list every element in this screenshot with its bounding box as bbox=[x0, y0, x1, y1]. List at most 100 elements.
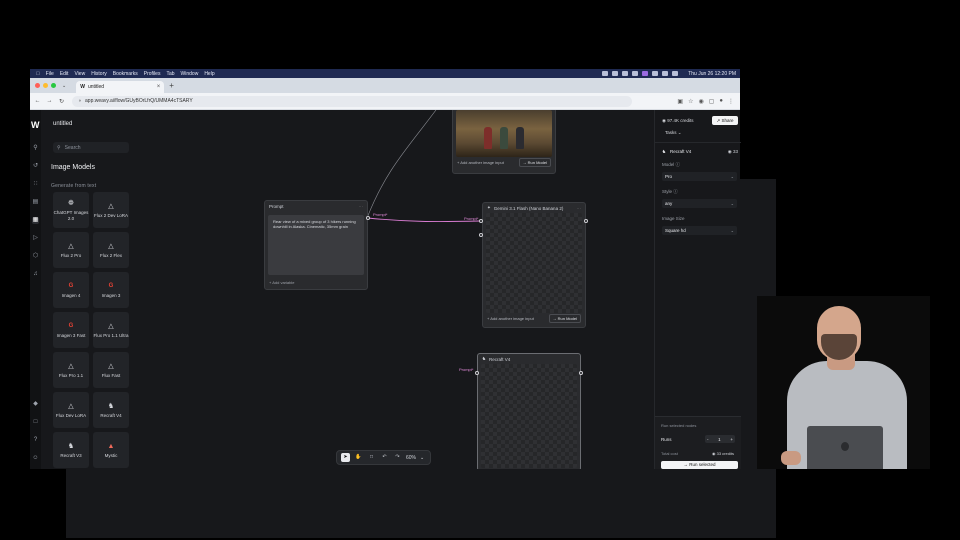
node-menu-icon[interactable]: ··· bbox=[359, 204, 364, 209]
add-image-input-link[interactable]: + Add another image input bbox=[457, 160, 504, 165]
extensions-puzzle-icon[interactable]: ▢ bbox=[709, 98, 715, 105]
run-model-button[interactable]: → Run Model bbox=[518, 158, 551, 167]
model-card[interactable]: △ Flux 2 Pro bbox=[53, 232, 89, 268]
battery-icon[interactable] bbox=[652, 71, 659, 76]
model-card[interactable]: △ Flux Pro 1.1 bbox=[53, 352, 89, 388]
model-card[interactable]: △ Flux 2 Flex bbox=[93, 232, 129, 268]
undo-icon[interactable]: ↶ bbox=[380, 453, 389, 462]
minimize-window-icon[interactable] bbox=[43, 83, 48, 88]
model-card[interactable]: △ Flux Fast bbox=[93, 352, 129, 388]
history-icon[interactable]: ↺ bbox=[32, 163, 39, 170]
status-icon[interactable] bbox=[602, 71, 609, 76]
image-size-select[interactable]: Square hd ⌄ bbox=[662, 226, 737, 235]
menu-edit[interactable]: Edit bbox=[60, 71, 69, 77]
help-icon[interactable]: ? bbox=[32, 437, 39, 444]
model-card[interactable]: △ Flux Pro 1.1 Ultra bbox=[93, 312, 129, 348]
menubar-clock[interactable]: Thu Jun 26 12:20 PM bbox=[688, 71, 736, 77]
menu-file[interactable]: File bbox=[46, 71, 54, 77]
docs-icon[interactable]: □ bbox=[32, 419, 39, 426]
gemini-input-port[interactable] bbox=[479, 219, 483, 223]
model-select[interactable]: Pro ⌄ bbox=[662, 172, 737, 181]
model-card[interactable]: ▲ Mystic bbox=[93, 432, 129, 468]
new-tab-icon[interactable]: + bbox=[169, 81, 174, 90]
search-icon[interactable]: ⚲ bbox=[32, 145, 39, 152]
control-center-icon[interactable] bbox=[672, 71, 679, 76]
image-models-icon[interactable]: ▦ bbox=[32, 217, 39, 224]
style-select[interactable]: any ⌄ bbox=[662, 199, 737, 208]
model-card[interactable]: △ Flux 2 Dev LoRA bbox=[93, 192, 129, 228]
close-window-icon[interactable] bbox=[35, 83, 40, 88]
profile-avatar-icon[interactable]: ● bbox=[719, 98, 723, 105]
model-card[interactable]: G Imagen 3 Fast bbox=[53, 312, 89, 348]
model-card[interactable]: G Imagen 4 bbox=[53, 272, 89, 308]
run-selected-button[interactable]: → Run selected bbox=[661, 461, 738, 469]
cast-icon[interactable]: ▣ bbox=[677, 98, 683, 105]
run-model-button[interactable]: → Run Model bbox=[548, 314, 581, 323]
bookmark-star-icon[interactable]: ☆ bbox=[688, 98, 693, 105]
menu-help[interactable]: Help bbox=[204, 71, 214, 77]
discord-icon[interactable]: ☺ bbox=[32, 455, 39, 462]
recraft-node[interactable]: ♞ Recraft V4 bbox=[477, 353, 581, 469]
3d-models-icon[interactable]: ⬡ bbox=[32, 253, 39, 260]
zoom-level[interactable]: 60% bbox=[406, 455, 416, 461]
extension-icon[interactable]: ◉ bbox=[698, 98, 703, 105]
toolbox-icon[interactable]: ▤ bbox=[32, 199, 39, 206]
prompt-output-port[interactable] bbox=[366, 216, 370, 220]
recraft-output-port[interactable] bbox=[579, 371, 583, 375]
forward-arrow-icon[interactable]: → bbox=[45, 98, 54, 104]
increment-icon[interactable]: + bbox=[730, 437, 733, 442]
node-menu-icon[interactable]: ··· bbox=[577, 206, 582, 211]
gemini-image-port[interactable] bbox=[479, 233, 483, 237]
menu-profiles[interactable]: Profiles bbox=[144, 71, 161, 77]
menu-view[interactable]: View bbox=[74, 71, 85, 77]
status-icon[interactable] bbox=[642, 71, 649, 76]
status-icon[interactable] bbox=[612, 71, 619, 76]
hand-tool-icon[interactable]: ✋ bbox=[354, 453, 363, 462]
model-card[interactable]: G Imagen 3 bbox=[93, 272, 129, 308]
model-card[interactable]: △ Flux Dev LoRA bbox=[53, 392, 89, 428]
nodes-icon[interactable]: ∷ bbox=[32, 181, 39, 188]
add-variable-link[interactable]: + Add variable bbox=[269, 280, 363, 285]
document-title[interactable]: untitled bbox=[53, 121, 72, 127]
tasks-dropdown[interactable]: Tasks ⌄ bbox=[665, 130, 682, 136]
close-tab-icon[interactable]: × bbox=[157, 84, 161, 90]
reload-icon[interactable]: ↻ bbox=[57, 98, 66, 105]
tag-icon[interactable]: ◆ bbox=[32, 401, 39, 408]
prompt-textarea[interactable]: Rear view of a mixed group of 3 hikers r… bbox=[268, 215, 364, 275]
weavy-logo-icon[interactable]: W bbox=[31, 120, 40, 130]
select-tool-icon[interactable]: ➤ bbox=[341, 453, 350, 462]
search-input[interactable]: ⚲ Search bbox=[53, 142, 129, 153]
status-icon[interactable] bbox=[632, 71, 639, 76]
prompt-node[interactable]: Prompt ··· Rear view of a mixed group of… bbox=[264, 200, 368, 290]
add-image-input-link[interactable]: + Add another image input bbox=[487, 316, 534, 321]
status-icon[interactable] bbox=[622, 71, 629, 76]
decrement-icon[interactable]: - bbox=[707, 437, 709, 442]
wifi-icon[interactable] bbox=[662, 71, 669, 76]
menu-bookmarks[interactable]: Bookmarks bbox=[113, 71, 138, 77]
tab-search-chevron-icon[interactable]: ⌄ bbox=[62, 83, 66, 89]
frame-tool-icon[interactable]: □ bbox=[367, 453, 376, 462]
audio-icon[interactable]: ♫ bbox=[32, 271, 39, 278]
redo-icon[interactable]: ↷ bbox=[393, 453, 402, 462]
model-card[interactable]: ❁ ChatGPT Images 2.0 bbox=[53, 192, 89, 228]
address-bar[interactable]: ◑ app.weavy.ai/flow/GUyBOrLfrQ/UMMA4cTSA… bbox=[72, 95, 632, 107]
menu-tab[interactable]: Tab bbox=[166, 71, 174, 77]
maximize-window-icon[interactable] bbox=[51, 83, 56, 88]
model-card[interactable]: ♞ Recraft V4 bbox=[93, 392, 129, 428]
browser-tab[interactable]: W untitled × bbox=[76, 81, 165, 93]
runs-stepper[interactable]: - 1 + bbox=[705, 435, 735, 443]
model-card[interactable]: ♞ Recraft V3 bbox=[53, 432, 89, 468]
back-arrow-icon[interactable]: ← bbox=[33, 98, 42, 104]
share-button[interactable]: ↗ Share bbox=[712, 116, 738, 125]
apple-menu-icon[interactable]:  bbox=[36, 71, 40, 77]
video-models-icon[interactable]: ▷ bbox=[32, 235, 39, 242]
site-info-icon[interactable]: ◑ bbox=[78, 98, 81, 104]
more-menu-icon[interactable]: ⋮ bbox=[728, 98, 734, 105]
gemini-node[interactable]: ✦ Gemini 3.1 Flash (Nano Banana 2) ··· +… bbox=[482, 202, 586, 328]
menu-history[interactable]: History bbox=[91, 71, 107, 77]
zoom-chevron-icon[interactable]: ⌄ bbox=[420, 455, 424, 461]
flow-canvas[interactable]: + Add another image input → Run Model Pr… bbox=[136, 110, 654, 469]
menu-window[interactable]: Window bbox=[181, 71, 199, 77]
recraft-input-port[interactable] bbox=[475, 371, 479, 375]
image-result-node[interactable]: + Add another image input → Run Model bbox=[452, 110, 556, 174]
